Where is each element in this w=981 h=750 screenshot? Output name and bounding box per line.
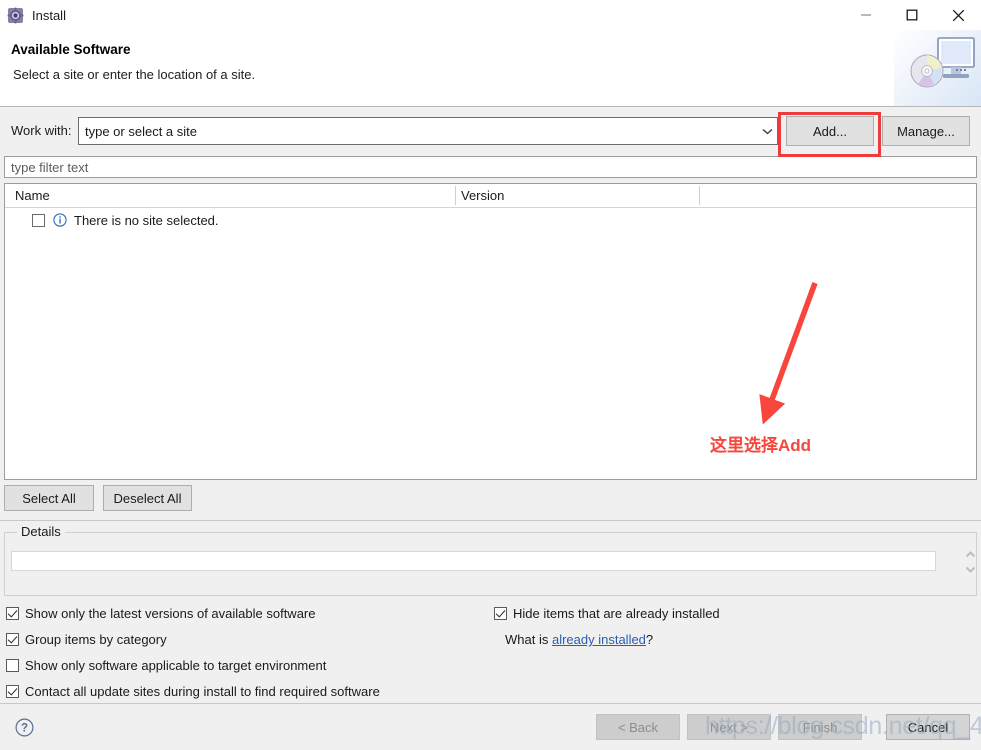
option-label: Show only the latest versions of availab…: [25, 606, 316, 621]
checkbox[interactable]: [6, 685, 19, 698]
what-is-suffix: ?: [645, 632, 654, 647]
column-divider[interactable]: [699, 186, 700, 205]
what-is-already-installed: What is already installed?: [505, 632, 653, 647]
back-button[interactable]: < Back: [596, 714, 680, 740]
option-group-by-category[interactable]: Group items by category: [6, 632, 167, 647]
option-show-latest-versions[interactable]: Show only the latest versions of availab…: [6, 606, 316, 621]
option-label: Group items by category: [25, 632, 167, 647]
work-with-input[interactable]: type or select a site: [85, 124, 757, 139]
close-button[interactable]: [935, 0, 981, 30]
details-scroll-spinner[interactable]: [963, 551, 978, 573]
add-button[interactable]: Add...: [786, 116, 874, 146]
page-subtitle: Select a site or enter the location of a…: [13, 67, 256, 82]
row-label: There is no site selected.: [74, 212, 219, 228]
column-header-version[interactable]: Version: [461, 188, 504, 203]
work-with-combo[interactable]: type or select a site: [78, 117, 778, 145]
annotation-text: 这里选择Add: [710, 436, 812, 455]
checkbox[interactable]: [6, 633, 19, 646]
column-divider[interactable]: [455, 186, 456, 205]
details-group: Details: [4, 524, 978, 596]
install-wizard-window: Install Available Software Select a site…: [0, 0, 981, 750]
option-hide-installed[interactable]: Hide items that are already installed: [494, 606, 720, 621]
wizard-footer: ? < Back Next > Finish Cancel: [0, 703, 981, 750]
column-header-name[interactable]: Name: [15, 188, 50, 203]
minimize-button[interactable]: [843, 0, 889, 30]
work-with-label: Work with:: [11, 123, 72, 138]
deselect-all-button[interactable]: Deselect All: [103, 485, 192, 511]
option-contact-update-sites[interactable]: Contact all update sites during install …: [6, 684, 380, 699]
scroll-up-icon: [965, 551, 976, 558]
row-checkbox[interactable]: [32, 213, 45, 227]
scroll-down-icon: [965, 566, 976, 573]
window-controls: [843, 0, 981, 30]
checkbox[interactable]: [6, 659, 19, 672]
info-icon: [53, 213, 67, 227]
option-label: Hide items that are already installed: [513, 606, 720, 621]
next-button[interactable]: Next >: [687, 714, 771, 740]
option-label: Contact all update sites during install …: [25, 684, 380, 699]
software-table: Name Version There is no site selected.: [4, 183, 977, 480]
table-row[interactable]: There is no site selected.: [5, 208, 976, 232]
filter-placeholder: type filter text: [11, 159, 89, 175]
chevron-down-icon[interactable]: [757, 128, 777, 135]
finish-button[interactable]: Finish: [778, 714, 862, 740]
help-question-icon[interactable]: ?: [15, 718, 34, 740]
manage-button[interactable]: Manage...: [882, 116, 970, 146]
option-applicable-target-env[interactable]: Show only software applicable to target …: [6, 658, 326, 673]
maximize-button[interactable]: [889, 0, 935, 30]
cancel-button[interactable]: Cancel: [886, 714, 970, 740]
select-all-button[interactable]: Select All: [4, 485, 94, 511]
details-legend: Details: [17, 524, 65, 539]
work-with-row: Work with: type or select a site Add... …: [0, 115, 981, 149]
what-is-prefix: What is: [505, 632, 552, 647]
wizard-header: Available Software Select a site or ente…: [0, 30, 981, 107]
wizard-body: Work with: type or select a site Add... …: [0, 107, 981, 750]
window-title: Install: [32, 7, 66, 23]
svg-text:?: ?: [21, 723, 28, 735]
separator: [0, 520, 981, 521]
install-gear-icon: [7, 7, 24, 24]
monitor-disc-icon: [894, 30, 981, 106]
title-bar: Install: [0, 0, 981, 30]
checkbox[interactable]: [6, 607, 19, 620]
page-title: Available Software: [11, 42, 131, 57]
filter-input[interactable]: type filter text: [4, 156, 977, 178]
option-label: Show only software applicable to target …: [25, 658, 327, 673]
already-installed-link[interactable]: already installed: [552, 632, 646, 647]
checkbox[interactable]: [494, 607, 507, 620]
details-field[interactable]: [11, 551, 936, 571]
table-header: Name Version: [5, 184, 976, 208]
